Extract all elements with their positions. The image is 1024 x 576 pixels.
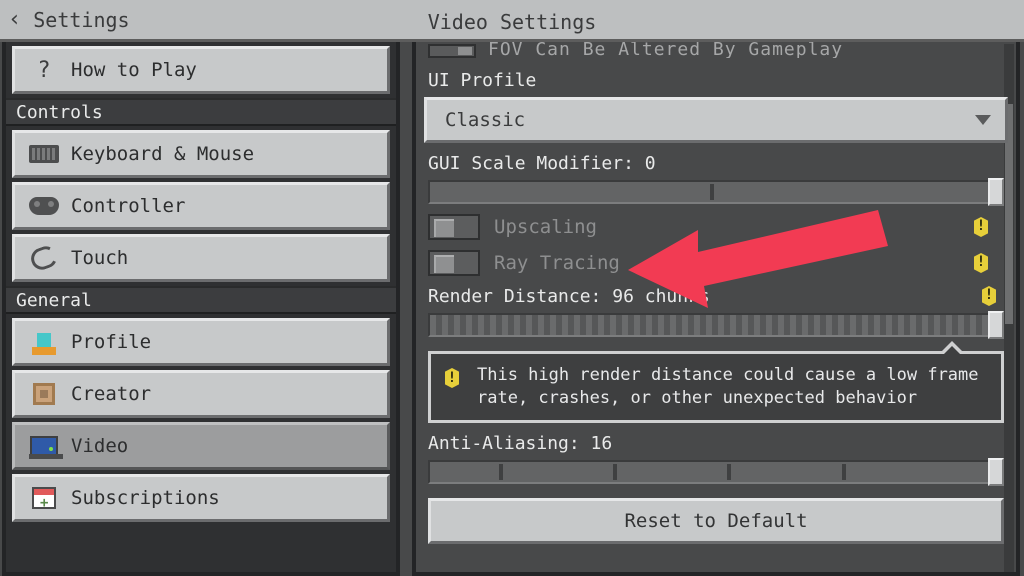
warning-icon <box>974 217 988 237</box>
upscaling-toggle[interactable] <box>428 214 480 240</box>
sidebar-section-general: General <box>6 286 396 314</box>
slider-thumb[interactable] <box>988 458 1004 486</box>
header-bar: ‹ Settings Video Settings <box>0 0 1024 42</box>
sidebar-item-creator[interactable]: Creator <box>12 370 390 418</box>
sidebar-item-label: Video <box>71 435 128 457</box>
upscaling-label: Upscaling <box>494 216 597 238</box>
fov-toggle[interactable] <box>428 44 476 58</box>
page-title: Video Settings <box>0 10 1024 34</box>
ray-tracing-label: Ray Tracing <box>494 252 620 274</box>
reset-to-default-button[interactable]: Reset to Default <box>428 498 1004 544</box>
sidebar-item-how-to-play[interactable]: ? How to Play <box>12 46 390 94</box>
sidebar-item-controller[interactable]: Controller <box>12 182 390 230</box>
touch-icon <box>29 247 59 269</box>
back-button[interactable]: ‹ Settings <box>8 8 130 32</box>
settings-panel: FOV Can Be Altered By Gameplay UI Profil… <box>412 42 1020 576</box>
render-distance-slider[interactable] <box>428 313 1004 337</box>
ui-profile-value: Classic <box>445 109 525 131</box>
warning-text: This high render distance could cause a … <box>477 365 979 408</box>
gui-scale-slider[interactable] <box>428 180 1004 204</box>
sidebar-section-controls: Controls <box>6 98 396 126</box>
sidebar-item-profile[interactable]: Profile <box>12 318 390 366</box>
gui-scale-label: GUI Scale Modifier: 0 <box>428 153 1004 174</box>
keyboard-icon <box>29 143 59 165</box>
sidebar-item-label: Touch <box>71 247 128 269</box>
sidebar-item-label: Profile <box>71 331 151 353</box>
creator-icon <box>29 383 59 405</box>
sidebar-item-label: Controller <box>71 195 185 217</box>
reset-label: Reset to Default <box>624 510 807 532</box>
sidebar-item-subscriptions[interactable]: Subscriptions <box>12 474 390 522</box>
sidebar: ? How to Play Controls Keyboard & Mouse … <box>2 42 400 576</box>
profile-icon <box>29 331 59 353</box>
back-label: Settings <box>33 8 129 32</box>
chevron-left-icon: ‹ <box>8 9 21 31</box>
slider-thumb[interactable] <box>988 311 1004 339</box>
sidebar-item-label: Creator <box>71 383 151 405</box>
ui-profile-dropdown[interactable]: Classic <box>424 97 1008 143</box>
ray-tracing-toggle[interactable] <box>428 250 480 276</box>
calendar-plus-icon <box>29 487 59 509</box>
sidebar-item-label: Subscriptions <box>71 487 220 509</box>
controller-icon <box>29 195 59 217</box>
sidebar-item-touch[interactable]: Touch <box>12 234 390 282</box>
warning-icon <box>445 368 459 388</box>
sidebar-item-label: Keyboard & Mouse <box>71 143 254 165</box>
render-distance-label: Render Distance: 96 chunks <box>428 286 1004 307</box>
ui-profile-label: UI Profile <box>428 70 1004 91</box>
sidebar-item-keyboard[interactable]: Keyboard & Mouse <box>12 130 390 178</box>
sidebar-item-video[interactable]: Video <box>12 422 390 470</box>
sidebar-item-label: How to Play <box>71 59 197 81</box>
chevron-down-icon <box>975 115 991 125</box>
question-icon: ? <box>29 59 59 81</box>
fov-toggle-label: FOV Can Be Altered By Gameplay <box>488 42 843 58</box>
anti-aliasing-label: Anti-Aliasing: 16 <box>428 433 1004 454</box>
warning-icon <box>974 253 988 273</box>
slider-thumb[interactable] <box>988 178 1004 206</box>
cut-off-previous-row: FOV Can Be Altered By Gameplay <box>428 42 1004 58</box>
anti-aliasing-slider[interactable] <box>428 460 1004 484</box>
monitor-icon <box>29 435 59 457</box>
render-distance-warning: This high render distance could cause a … <box>428 351 1004 423</box>
warning-icon <box>982 286 996 306</box>
